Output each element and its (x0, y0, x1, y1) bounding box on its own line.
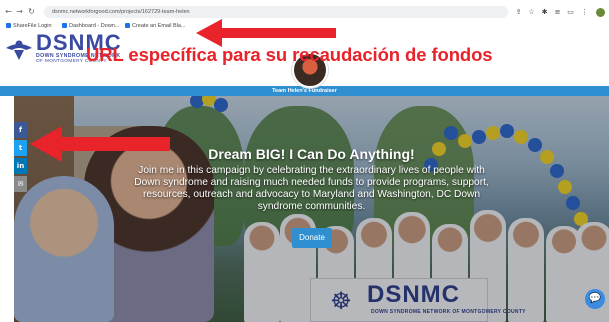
split-view-icon[interactable]: ▭ (566, 6, 575, 18)
bookmark-label: ShareFile Login (13, 23, 52, 29)
annotation-arrow-url (196, 19, 336, 47)
fundraiser-title: Team Helen's Fundraiser (0, 86, 609, 96)
bookmark-item[interactable]: Create an Email Bla... (125, 21, 186, 32)
extension-puzzle-icon[interactable]: ✱ (540, 6, 549, 18)
annotation-arrow-social (30, 126, 170, 162)
chat-icon[interactable]: 💬 (585, 289, 605, 309)
bookmark-favicon-icon (125, 22, 130, 28)
url-text[interactable]: dsnmc.networkforgood.com/projects/162729… (52, 6, 190, 18)
back-icon[interactable]: ← (4, 6, 13, 18)
profile-avatar[interactable] (596, 8, 605, 17)
address-bar[interactable]: dsnmc.networkforgood.com/projects/162729… (44, 6, 508, 18)
email-icon[interactable]: ✉ (14, 176, 27, 192)
bookmark-label: Dashboard - Down... (69, 23, 120, 29)
screenshot-root: ← → ↻ dsnmc.networkforgood.com/projects/… (0, 0, 609, 322)
reload-icon[interactable]: ↻ (27, 6, 36, 18)
donate-button[interactable]: Donate (292, 228, 332, 248)
reading-list-icon[interactable]: ≡ (553, 6, 562, 18)
twitter-icon[interactable]: t (14, 140, 27, 156)
linkedin-icon[interactable]: in (14, 158, 27, 174)
bookmark-favicon-icon (62, 22, 67, 28)
menu-icon[interactable]: ⋮ (580, 6, 589, 18)
forward-icon[interactable]: → (15, 6, 24, 18)
bookmark-favicon-icon (6, 22, 11, 28)
share-icon[interactable]: ⇪ (514, 6, 523, 18)
facebook-icon[interactable]: f (14, 122, 27, 138)
logo-figure-icon (6, 40, 32, 60)
bookmark-star-icon[interactable]: ☆ (527, 6, 536, 18)
social-share-bar: f t in ✉ (14, 122, 27, 194)
bookmark-label: Create an Email Bla... (132, 23, 186, 29)
hero-body-text: Join me in this campaign by celebrating … (134, 165, 489, 212)
